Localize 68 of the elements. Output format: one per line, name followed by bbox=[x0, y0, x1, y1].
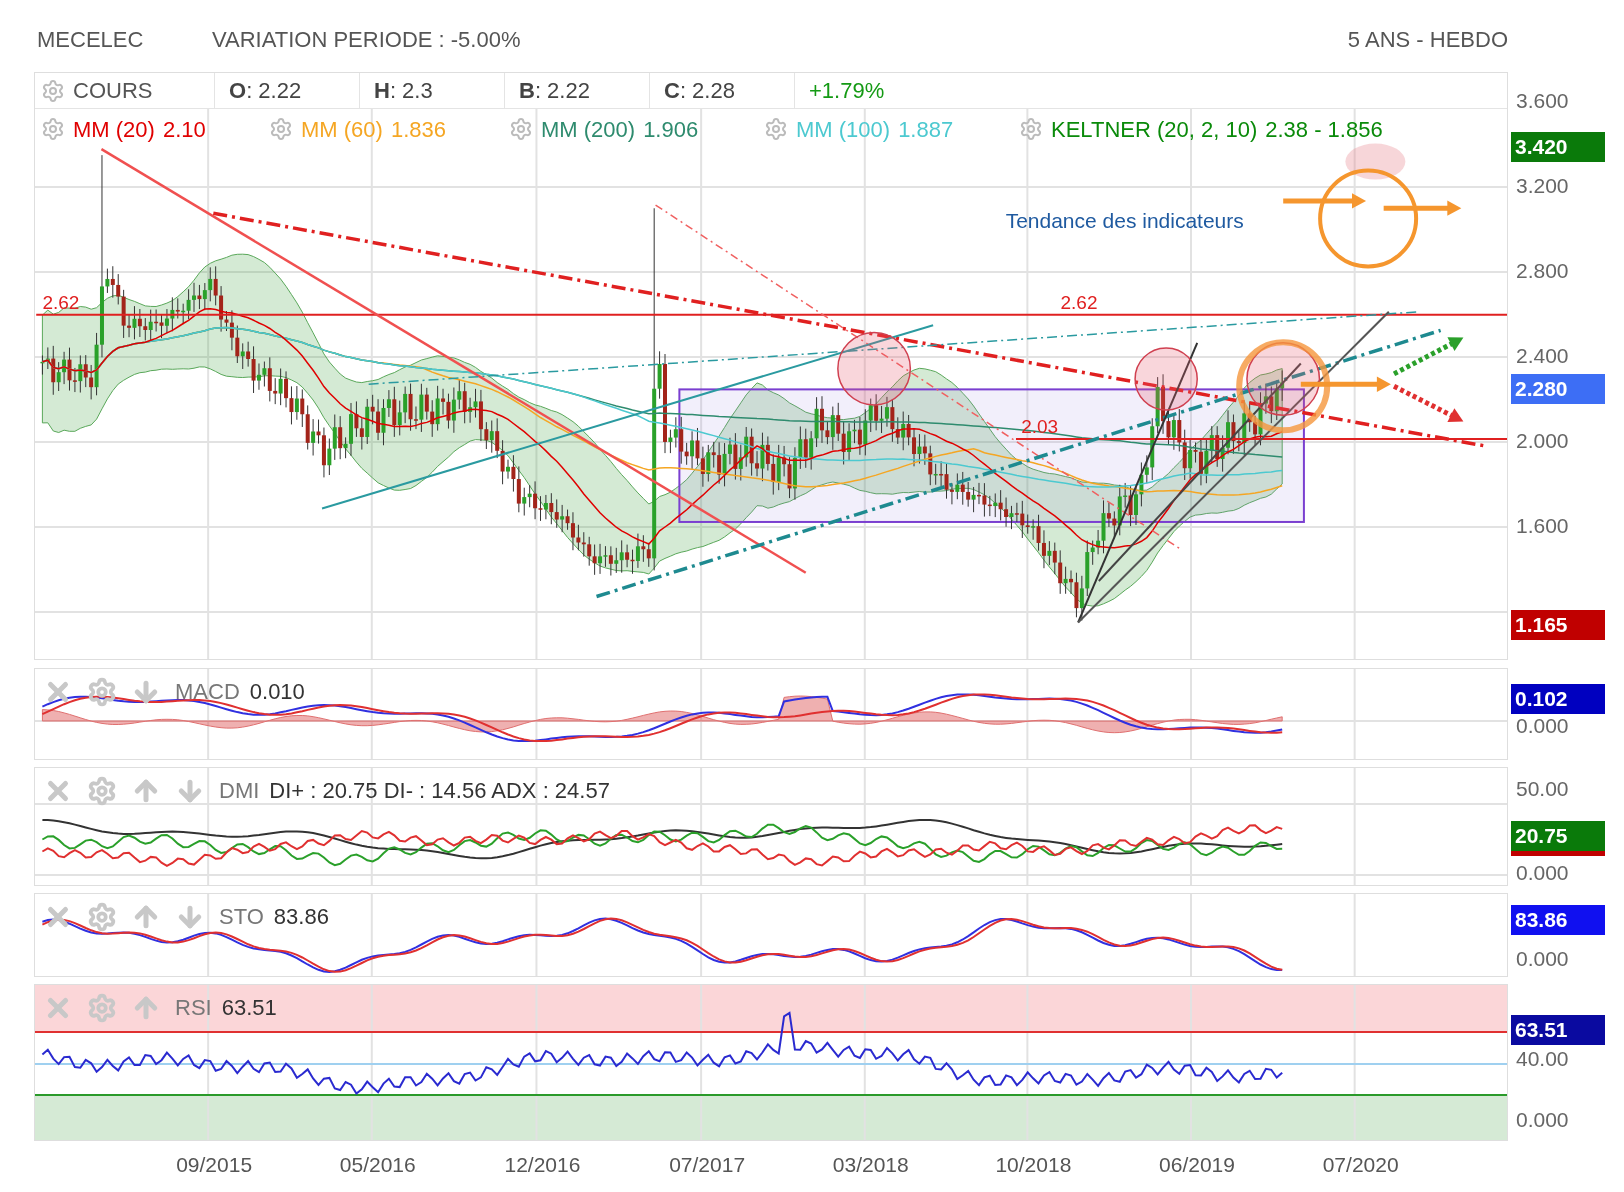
axis-label: 0.000 bbox=[1516, 946, 1569, 972]
axis-label: 40.00 bbox=[1516, 1046, 1569, 1072]
level-label: 2.62 bbox=[1060, 292, 1098, 315]
indicator-value: 0.010 bbox=[249, 678, 305, 706]
x-axis-label: 03/2018 bbox=[832, 1152, 909, 1178]
x-axis-label: 07/2017 bbox=[669, 1152, 746, 1178]
indicator-label: MACD bbox=[175, 678, 240, 706]
overlay-value: 2.10 bbox=[162, 115, 206, 144]
value-badge: 3.420 bbox=[1511, 132, 1605, 162]
settings-icon[interactable] bbox=[269, 117, 293, 141]
overlay-label: MM (20) bbox=[73, 115, 155, 144]
settings-icon[interactable] bbox=[41, 117, 65, 141]
period-label: 5 ANS - HEBDO bbox=[1347, 26, 1508, 54]
price-field: O: 2.22 bbox=[229, 74, 302, 107]
price-field: H: 2.3 bbox=[374, 74, 433, 107]
settings-icon[interactable] bbox=[1019, 117, 1043, 141]
overlay-value: 1.836 bbox=[390, 115, 446, 144]
highlight-circle bbox=[1134, 347, 1198, 411]
x-axis-label: 12/2016 bbox=[504, 1152, 581, 1178]
settings-icon[interactable] bbox=[764, 117, 788, 141]
x-axis-label: 05/2016 bbox=[339, 1152, 416, 1178]
axis-label: 0.000 bbox=[1516, 1107, 1569, 1133]
x-axis-label: 09/2015 bbox=[176, 1152, 253, 1178]
axis-label: 50.00 bbox=[1516, 776, 1569, 802]
indicator-label: DMI bbox=[219, 777, 260, 805]
overlay-value: 1.906 bbox=[643, 115, 699, 144]
settings-icon[interactable] bbox=[41, 78, 65, 103]
value-badge: 2.280 bbox=[1511, 374, 1605, 404]
overlay-value: 2.38 - 1.856 bbox=[1265, 115, 1383, 144]
settings-icon[interactable] bbox=[87, 901, 117, 932]
value-badge: 0.102 bbox=[1511, 684, 1605, 714]
price-field: C: 2.28 bbox=[664, 74, 735, 107]
indicator-value: DI+ : 20.75 DI- : 14.56 ADX : 24.57 bbox=[269, 777, 610, 805]
settings-icon[interactable] bbox=[87, 676, 117, 707]
value-badge: 83.86 bbox=[1511, 905, 1605, 935]
series-label: COURS bbox=[73, 77, 153, 105]
highlight-ellipse bbox=[1345, 143, 1406, 180]
level-label: 2.62 bbox=[42, 292, 80, 315]
value-badge: 1.165 bbox=[1511, 610, 1605, 640]
axis-label: 0.000 bbox=[1516, 860, 1569, 886]
symbol-title: MECELEC bbox=[37, 26, 145, 54]
overlay-label: MM (60) bbox=[301, 115, 383, 144]
period-variation: VARIATION PERIODE : -5.00% bbox=[212, 26, 521, 54]
overlay-label: KELTNER (20, 2, 10) bbox=[1051, 115, 1258, 144]
x-axis-label: 10/2018 bbox=[995, 1152, 1072, 1178]
axis-label: 3.600 bbox=[1516, 88, 1569, 114]
indicator-value: 83.86 bbox=[273, 903, 329, 931]
axis-label: 2.000 bbox=[1516, 428, 1569, 454]
level-label: 2.03 bbox=[1021, 415, 1059, 438]
axis-label: 1.600 bbox=[1516, 513, 1569, 539]
overlay-label: MM (100) bbox=[796, 115, 891, 144]
axis-label: 2.400 bbox=[1516, 343, 1569, 369]
annotation-text: Tendance des indicateurs bbox=[1005, 207, 1244, 234]
axis-label: 2.800 bbox=[1516, 258, 1569, 284]
indicator-value: 63.51 bbox=[221, 994, 277, 1022]
axis-label: 3.200 bbox=[1516, 173, 1569, 199]
value-badge: 20.75 bbox=[1511, 821, 1605, 851]
overlay-value: 1.887 bbox=[898, 115, 954, 144]
indicator-label: STO bbox=[219, 903, 264, 931]
x-axis-label: 06/2019 bbox=[1159, 1152, 1235, 1178]
settings-icon[interactable] bbox=[509, 117, 533, 141]
x-axis-label: 07/2020 bbox=[1322, 1152, 1399, 1178]
axis-label: 0.000 bbox=[1516, 713, 1569, 739]
overlay-label: MM (200) bbox=[541, 115, 636, 144]
indicator-label: RSI bbox=[175, 994, 212, 1022]
price-change: +1.79% bbox=[808, 77, 885, 105]
price-field: B: 2.22 bbox=[519, 74, 590, 107]
value-badge: 63.51 bbox=[1511, 1015, 1605, 1045]
